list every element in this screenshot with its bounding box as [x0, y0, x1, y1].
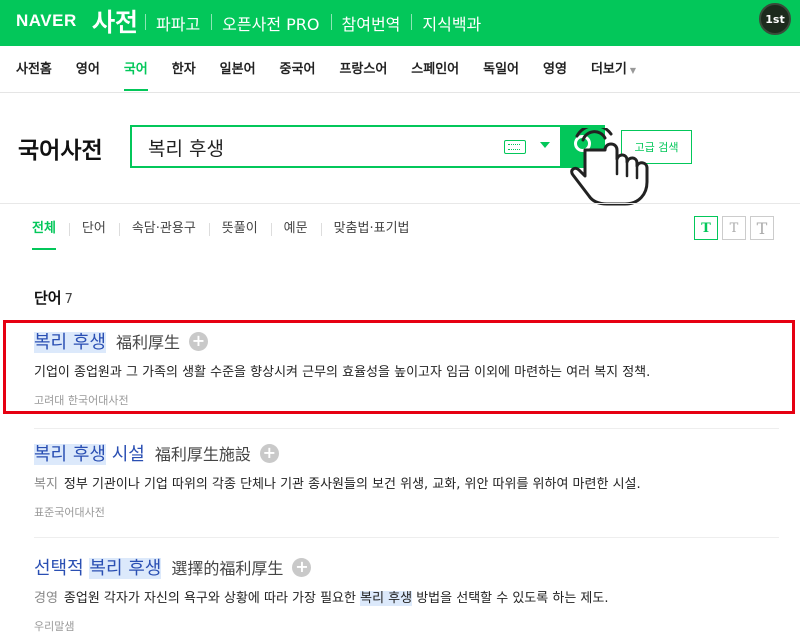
- entry-term-link[interactable]: 복리 후생 시설: [34, 440, 145, 466]
- divider: [34, 537, 779, 538]
- avatar[interactable]: 1st: [759, 3, 791, 35]
- entry-term-link[interactable]: 선택적 복리 후생: [34, 554, 162, 580]
- entry-hanja: 福利厚生施設: [154, 445, 251, 464]
- tab-spelling[interactable]: 맞춤법·표기법: [320, 205, 423, 253]
- entry-meaning-text: 정부 기관이나 기업 따위의 각종 단체나 기관 종사원들의 보건 위생, 교화…: [63, 477, 641, 492]
- entry-hanja: 選擇的福利厚生: [171, 559, 284, 578]
- result-tabs: 전체 단어 속담·관용구 뜻풀이 예문 맞춤법·표기법: [18, 205, 423, 253]
- category-german[interactable]: 독일어: [483, 46, 519, 93]
- entry-source[interactable]: 우리말샘: [34, 618, 779, 634]
- category-more-label: 더보기: [590, 61, 627, 77]
- list-item: 복리 후생 시설 福利厚生施設 + 복지 정부 기관이나 기업 따위의 각종 단체…: [34, 439, 779, 520]
- chevron-down-icon: ▼: [629, 65, 636, 75]
- category-spanish[interactable]: 스페인어: [411, 46, 459, 93]
- category-korean[interactable]: 국어: [123, 46, 148, 93]
- add-to-wordbook-icon[interactable]: +: [292, 557, 312, 577]
- entry-term-rest: 시설: [105, 444, 145, 465]
- entry-source[interactable]: 표준국어대사전: [34, 504, 779, 520]
- category-french[interactable]: 프랑스어: [339, 46, 387, 93]
- tab-word[interactable]: 단어: [68, 205, 119, 253]
- top-nav-papago[interactable]: 파파고: [145, 11, 211, 35]
- page-title: 국어사전: [18, 138, 103, 164]
- entry-meaning-highlight: 복리 후생: [360, 591, 413, 606]
- top-nav: 파파고 오픈사전 PRO 참여번역 지식백과: [145, 0, 492, 46]
- entry-meaning-text-b: 방법을 선택할 수 있도록 하는 제도.: [412, 591, 609, 606]
- search-input[interactable]: [148, 134, 478, 160]
- list-item: 선택적 복리 후생 選擇的福利厚生 + 경영 종업원 각자가 자신의 욕구와 상황…: [34, 553, 779, 634]
- dictionary-service-title[interactable]: 사전: [92, 3, 138, 39]
- divider: [0, 203, 800, 204]
- category-japanese[interactable]: 일본어: [220, 46, 256, 93]
- entry-meaning: 경영 종업원 각자가 자신의 욕구와 상황에 따라 가장 필요한 복리 후생 방법…: [34, 587, 779, 606]
- font-size-controls: T T T: [690, 216, 774, 240]
- top-nav-open-dict-pro[interactable]: 오픈사전 PRO: [211, 11, 330, 35]
- section-title: 단어: [34, 289, 62, 307]
- entry-term-highlight: 복리 후생: [89, 558, 162, 579]
- add-to-wordbook-icon[interactable]: +: [259, 443, 279, 463]
- divider: [34, 428, 779, 429]
- tab-idiom[interactable]: 속담·관용구: [118, 205, 209, 253]
- font-size-small-button[interactable]: T: [694, 216, 718, 240]
- entry-field: 경영: [34, 591, 58, 606]
- category-more[interactable]: 더보기 ▼: [591, 46, 636, 93]
- naver-logo[interactable]: NAVER: [16, 11, 77, 31]
- category-chinese[interactable]: 중국어: [280, 46, 316, 93]
- highlight-annotation-box: [3, 320, 795, 414]
- category-hanja[interactable]: 한자: [172, 46, 196, 93]
- search-box: [130, 125, 562, 168]
- section-heading-word: 단어 7: [34, 287, 73, 308]
- entry-term-prefix: 선택적: [34, 558, 90, 579]
- top-nav-participation-translation[interactable]: 참여번역: [330, 11, 412, 35]
- keyboard-icon[interactable]: [504, 140, 526, 154]
- result-count: 7: [64, 292, 73, 307]
- category-english[interactable]: 영어: [76, 46, 100, 93]
- entry-meaning-text-a: 종업원 각자가 자신의 욕구와 상황에 따라 가장 필요한: [63, 591, 361, 606]
- font-size-large-button[interactable]: T: [750, 216, 774, 240]
- entry-field: 복지: [34, 477, 58, 492]
- category-dict-home[interactable]: 사전홈: [16, 46, 52, 93]
- entry-meaning: 복지 정부 기관이나 기업 따위의 각종 단체나 기관 종사원들의 보건 위생, …: [34, 473, 779, 492]
- category-english-english[interactable]: 영영: [543, 46, 567, 93]
- chevron-down-icon[interactable]: [540, 142, 550, 148]
- tab-definition[interactable]: 뜻풀이: [208, 205, 271, 253]
- dictionary-category-nav: 사전홈 영어 국어 한자 일본어 중국어 프랑스어 스페인어 독일어 영영 더보…: [0, 46, 800, 93]
- top-bar: NAVER 사전 파파고 오픈사전 PRO 참여번역 지식백과 1st: [0, 0, 800, 46]
- top-nav-knowledge-encyclopedia[interactable]: 지식백과: [411, 11, 492, 35]
- hand-pointer-icon: [570, 128, 649, 206]
- tab-example[interactable]: 예문: [270, 205, 321, 253]
- entry-term-highlight: 복리 후생: [34, 444, 106, 465]
- font-size-medium-button[interactable]: T: [722, 216, 746, 240]
- tab-all[interactable]: 전체: [18, 205, 69, 253]
